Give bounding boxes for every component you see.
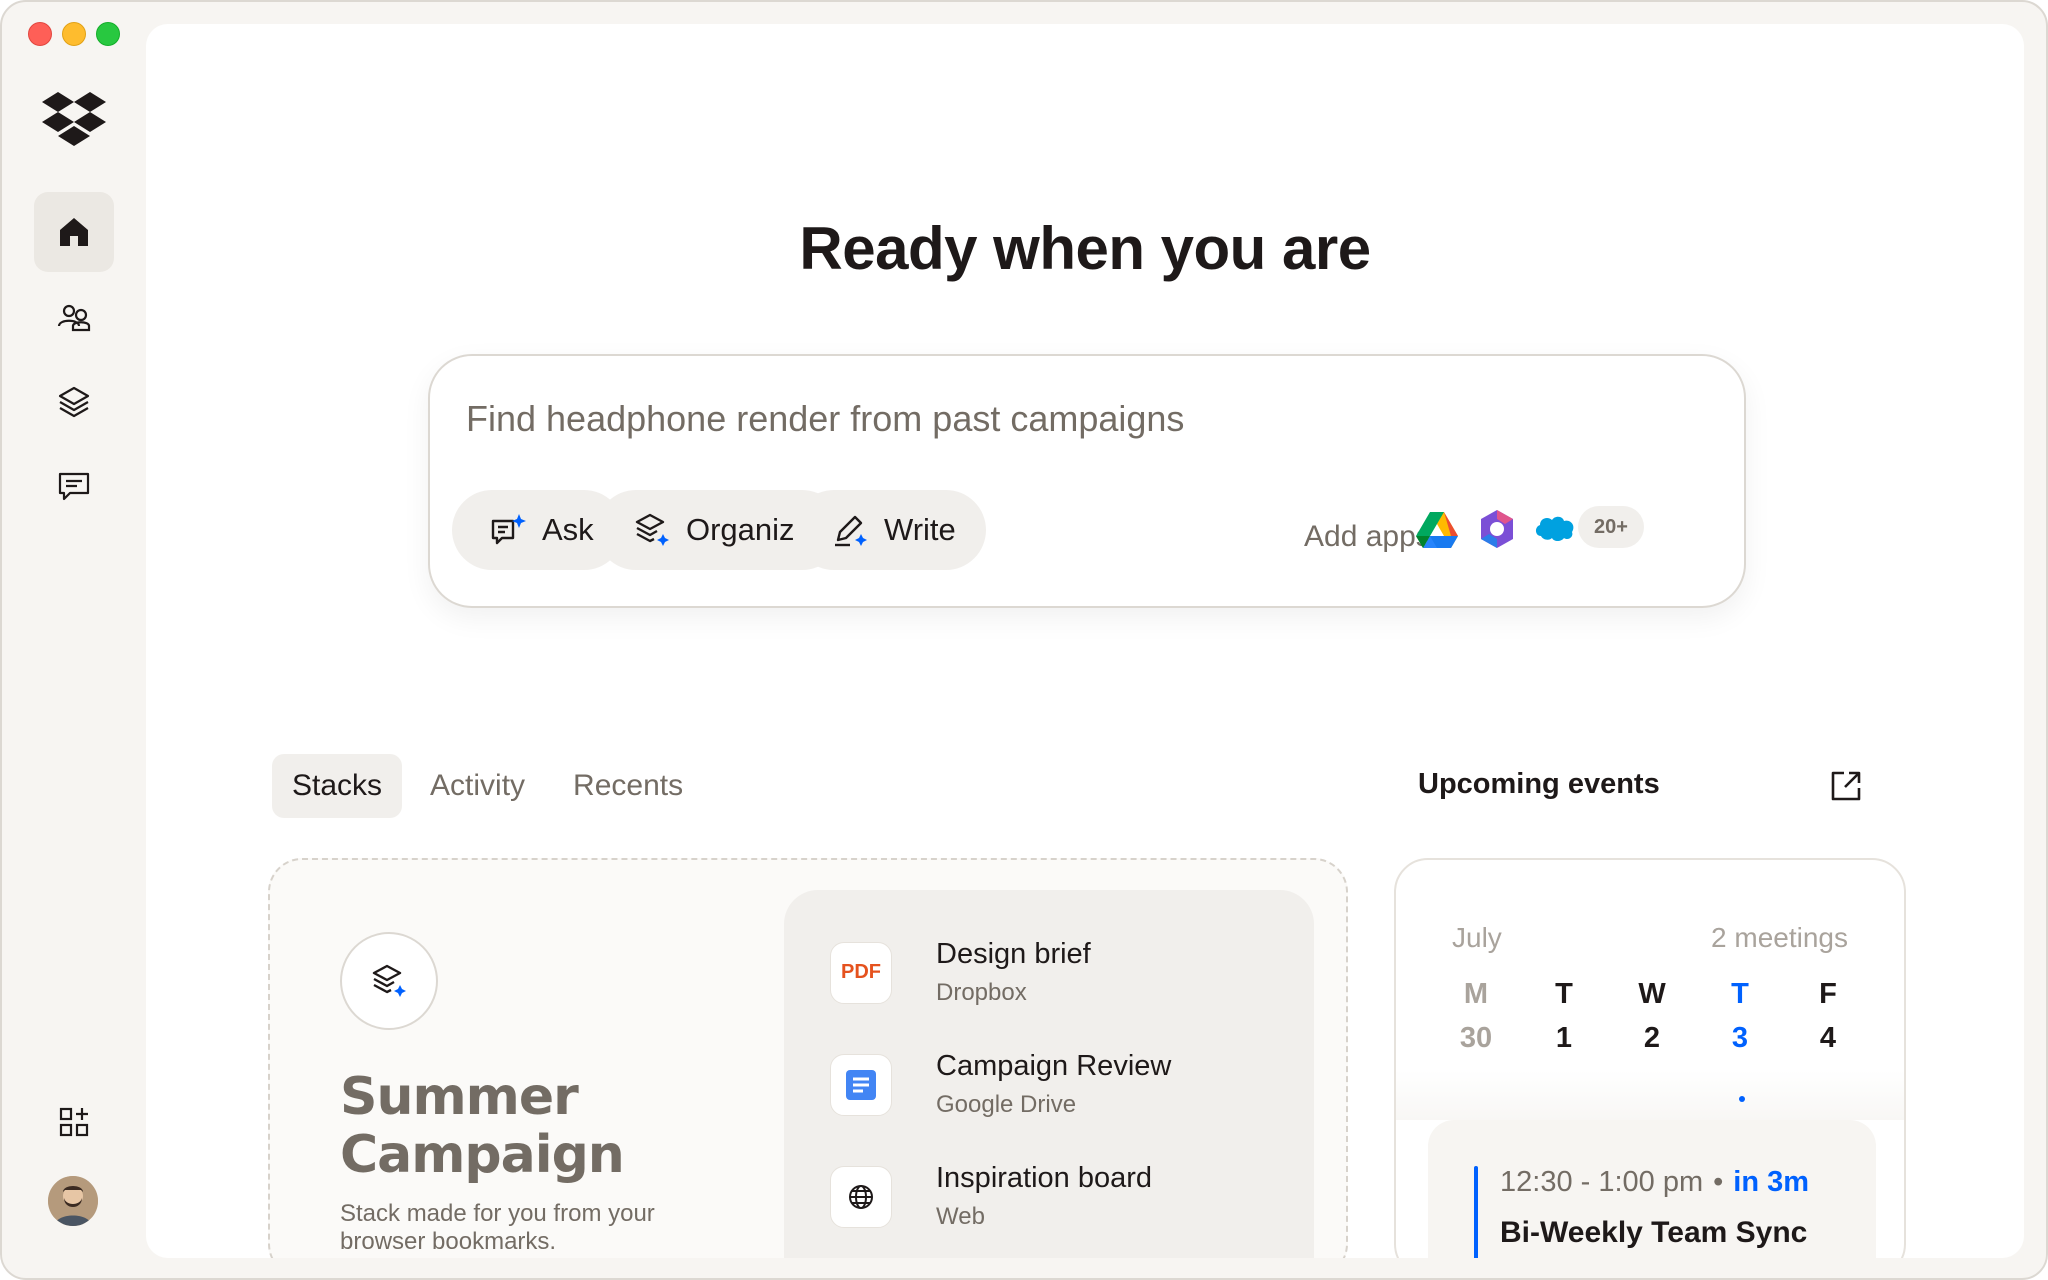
file-name: Campaign Review bbox=[936, 1050, 1172, 1082]
file-source: Google Drive bbox=[936, 1091, 1077, 1118]
organize-button-label: Organize bbox=[686, 512, 812, 547]
meetings-count: 2 meetings bbox=[1711, 922, 1848, 953]
today-indicator-dot bbox=[1739, 1096, 1745, 1102]
google-docs-icon bbox=[830, 1053, 892, 1116]
upcoming-events-title: Upcoming events bbox=[1418, 768, 1660, 800]
organize-icon bbox=[372, 964, 406, 997]
tab-activity[interactable]: Activity bbox=[410, 754, 545, 818]
open-external-icon[interactable] bbox=[1828, 768, 1864, 804]
people-icon bbox=[57, 304, 91, 332]
write-button[interactable]: Write bbox=[794, 490, 986, 570]
chat-icon bbox=[58, 472, 90, 501]
globe-glyph-icon bbox=[849, 1184, 873, 1209]
event-name: Bi-Weekly Team Sync bbox=[1500, 1216, 1808, 1249]
calendar-card: July 2 meetings M 30 T 1 W 2 T 3 F 4 12:… bbox=[1394, 858, 1906, 1258]
tab-stacks[interactable]: Stacks bbox=[272, 754, 403, 818]
sidebar-item-stacks[interactable] bbox=[34, 362, 114, 442]
user-avatar-icon bbox=[48, 1176, 98, 1226]
event-color-bar bbox=[1474, 1166, 1478, 1258]
organize-icon bbox=[635, 513, 669, 546]
event-time: 12:30 - 1:00 pm bbox=[1500, 1166, 1704, 1198]
google-drive-icon[interactable] bbox=[1414, 506, 1460, 552]
write-icon bbox=[835, 515, 867, 547]
add-apps-label[interactable]: Add apps bbox=[1304, 520, 1431, 554]
day-of-week: W bbox=[1638, 978, 1666, 1010]
content-tabs: Stacks Activity Recents bbox=[272, 754, 703, 818]
day-date: 30 bbox=[1459, 1022, 1493, 1054]
stack-badge bbox=[340, 932, 438, 1030]
sidebar-item-chat[interactable] bbox=[34, 446, 114, 526]
salesforce-icon[interactable] bbox=[1532, 506, 1578, 552]
event-separator: • bbox=[1713, 1166, 1724, 1198]
sidebar-item-people[interactable] bbox=[34, 278, 114, 358]
search-input[interactable] bbox=[466, 398, 1666, 440]
file-item-design-brief[interactable]: PDF Design brief Dropbox bbox=[830, 938, 1091, 1007]
stacks-icon bbox=[58, 386, 90, 418]
stack-file-list: PDF Design brief Dropbox Campaign Review… bbox=[784, 890, 1314, 1258]
search-panel: Ask Organize Write Add apps bbox=[428, 354, 1746, 608]
day-of-week: F bbox=[1819, 978, 1837, 1010]
event-countdown: in 3m bbox=[1733, 1166, 1810, 1198]
day-of-week: T bbox=[1555, 978, 1573, 1010]
pdf-icon: PDF bbox=[830, 941, 892, 1004]
stack-description: Stack made for you from your browser boo… bbox=[340, 1200, 655, 1255]
globe-icon bbox=[830, 1165, 892, 1228]
app-window: Ready when you are Ask Organize Write Ad… bbox=[0, 0, 2048, 1280]
day-of-week: T bbox=[1731, 978, 1749, 1010]
stack-card[interactable]: Summer Campaign Stack made for you from … bbox=[268, 858, 1348, 1258]
sidebar bbox=[2, 2, 146, 1278]
file-name: Design brief bbox=[936, 938, 1091, 970]
more-apps-badge[interactable]: 20+ bbox=[1578, 506, 1644, 548]
home-icon bbox=[60, 218, 88, 246]
calendar-day[interactable]: W 2 bbox=[1608, 978, 1696, 1090]
file-name: Inspiration board bbox=[936, 1162, 1153, 1194]
microsoft-365-icon[interactable] bbox=[1474, 506, 1520, 552]
calendar-month: July bbox=[1452, 922, 1502, 953]
calendar-day[interactable]: F 4 bbox=[1784, 978, 1872, 1090]
sidebar-item-home[interactable] bbox=[34, 192, 114, 272]
avatar[interactable] bbox=[48, 1176, 98, 1226]
day-of-week: M bbox=[1463, 978, 1489, 1010]
page-title: Ready when you are bbox=[799, 215, 1371, 282]
ask-icon bbox=[491, 514, 526, 545]
day-date: 1 bbox=[1555, 1022, 1573, 1054]
add-apps-sidebar-button[interactable] bbox=[34, 1082, 114, 1162]
file-item-campaign-review[interactable]: Campaign Review Google Drive bbox=[830, 1050, 1171, 1119]
dropbox-logo-icon[interactable] bbox=[42, 92, 106, 150]
ask-button-label: Ask bbox=[542, 512, 594, 547]
write-button-label: Write bbox=[884, 512, 956, 547]
main-content: Ready when you are Ask Organize Write Ad… bbox=[146, 24, 2024, 1258]
google-docs-glyph-icon bbox=[846, 1069, 876, 1100]
tab-recents[interactable]: Recents bbox=[553, 754, 703, 818]
add-apps-icon bbox=[59, 1107, 89, 1137]
day-date: 2 bbox=[1643, 1022, 1661, 1054]
event-card[interactable]: 12:30 - 1:00 pm • in 3m Bi-Weekly Team Syn… bbox=[1428, 1120, 1876, 1258]
calendar-day-today[interactable]: T 3 bbox=[1696, 978, 1784, 1090]
calendar-day[interactable]: M 30 bbox=[1432, 978, 1520, 1090]
day-date: 4 bbox=[1819, 1022, 1837, 1054]
event-time-row: 12:30 - 1:00 pm • in 3m bbox=[1500, 1166, 1809, 1199]
pdf-icon-label: PDF bbox=[841, 961, 881, 983]
calendar-week: M 30 T 1 W 2 T 3 F 4 bbox=[1432, 978, 1872, 1090]
stack-title: Summer Campaign bbox=[340, 1067, 625, 1185]
calendar-day[interactable]: T 1 bbox=[1520, 978, 1608, 1090]
file-source: Dropbox bbox=[936, 979, 1027, 1006]
file-item-inspiration-board[interactable]: Inspiration board Web bbox=[830, 1162, 1152, 1231]
file-source: Web bbox=[936, 1203, 985, 1230]
day-date: 3 bbox=[1731, 1022, 1749, 1054]
